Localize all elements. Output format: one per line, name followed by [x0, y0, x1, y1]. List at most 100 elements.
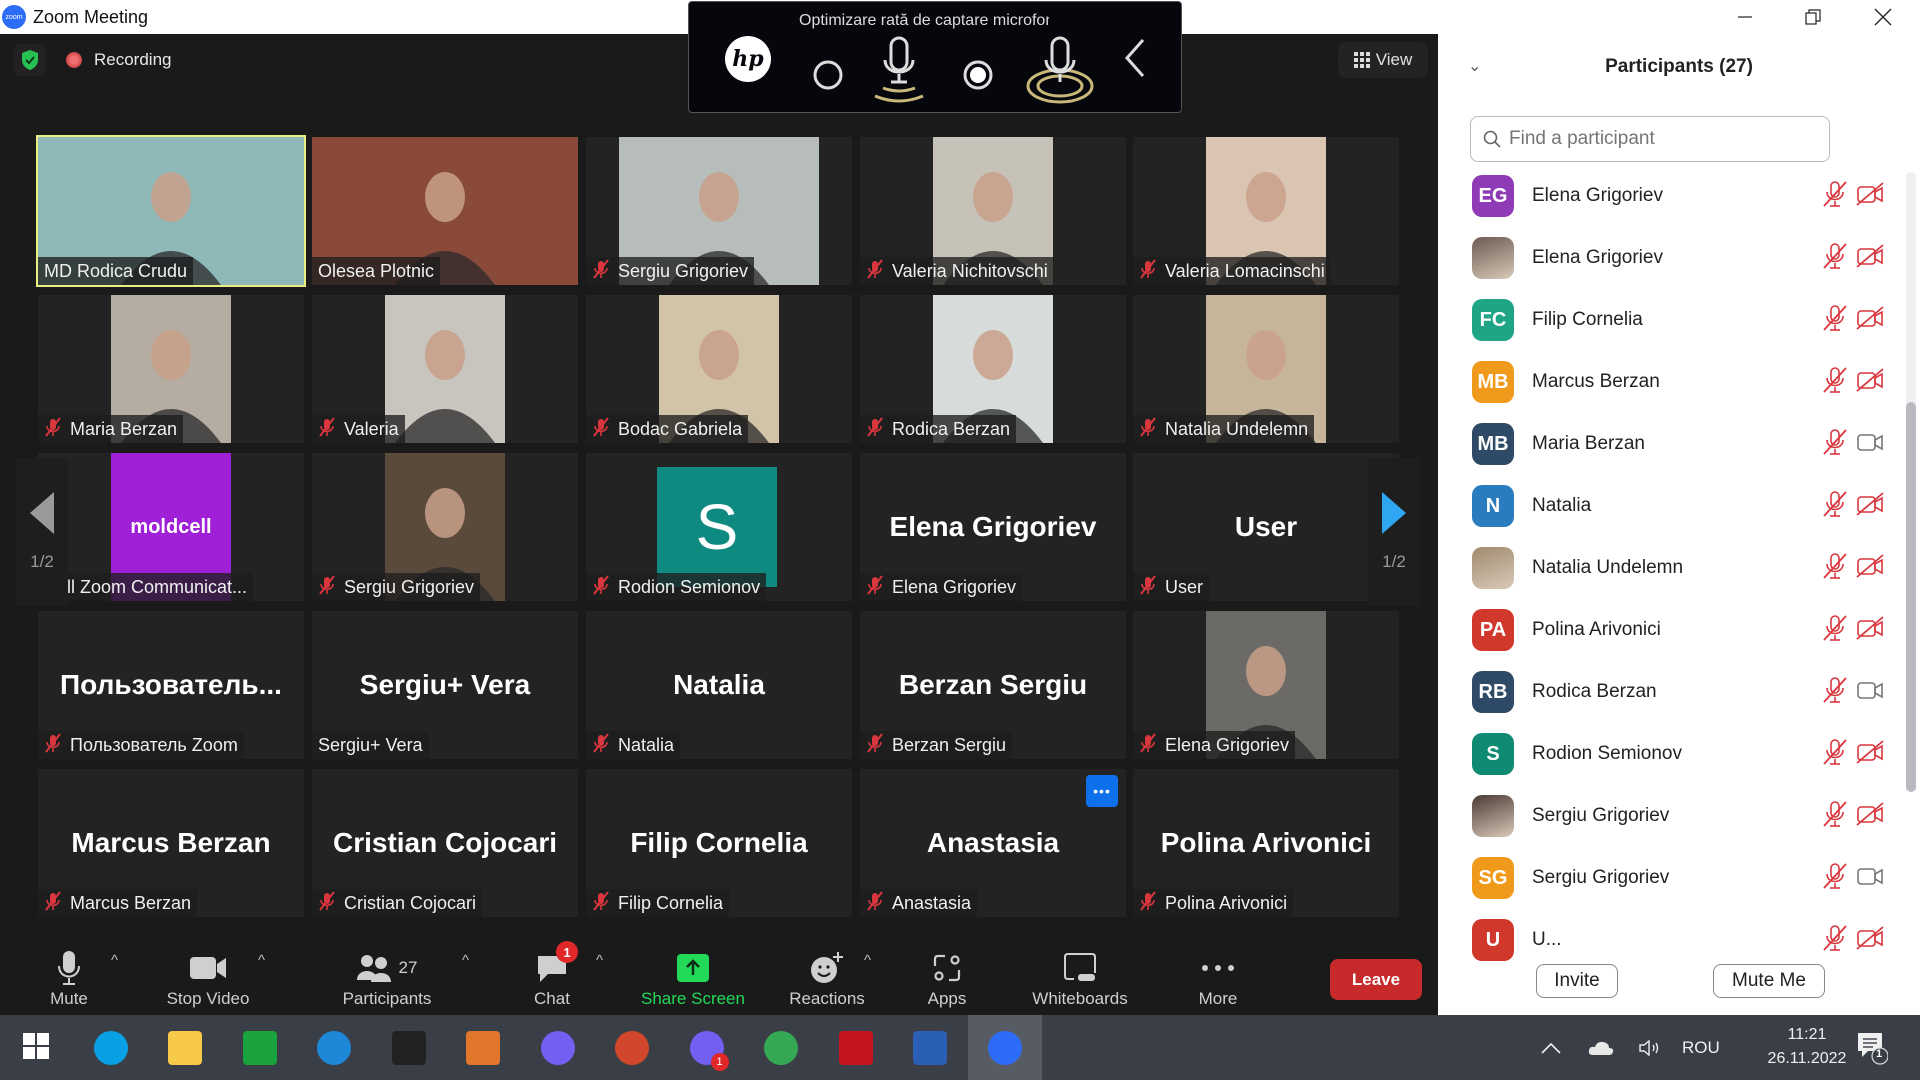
- taskbar-acrobat-button[interactable]: [826, 1025, 886, 1071]
- mute-me-button[interactable]: Mute Me: [1713, 964, 1825, 998]
- taskbar-file-explorer-button[interactable]: [155, 1025, 215, 1071]
- taskbar-skype-button[interactable]: [81, 1025, 141, 1071]
- video-tile[interactable]: Elena Grigoriev Elena Grigoriev: [860, 453, 1126, 601]
- close-window-button[interactable]: [1848, 0, 1918, 34]
- video-off-icon[interactable]: [1856, 367, 1884, 397]
- share-screen-button[interactable]: Share Screen: [636, 934, 750, 1015]
- video-tile[interactable]: Polina Arivonici Polina Arivonici: [1133, 769, 1399, 917]
- video-off-icon[interactable]: [1856, 925, 1884, 955]
- participants-button[interactable]: 27 Participants: [336, 934, 438, 1015]
- taskbar-windows-start-button[interactable]: [6, 1025, 66, 1071]
- video-tile[interactable]: Bodac Gabriela: [586, 295, 852, 443]
- chat-button[interactable]: 1 Chat: [526, 934, 578, 1015]
- taskbar-scanner-app-button[interactable]: [379, 1025, 439, 1071]
- video-tile[interactable]: Marcus Berzan Marcus Berzan: [38, 769, 304, 917]
- onedrive-cloud-icon[interactable]: [1588, 1040, 1614, 1056]
- taskbar-viber-button[interactable]: [528, 1025, 588, 1071]
- input-language-indicator[interactable]: ROU: [1682, 1038, 1720, 1058]
- video-tile[interactable]: Berzan Sergiu Berzan Sergiu: [860, 611, 1126, 759]
- video-tile[interactable]: Olesea Plotnic: [312, 137, 578, 285]
- taskbar-clock[interactable]: 11:21 26.11.2022: [1752, 1023, 1862, 1071]
- previous-page-button[interactable]: 1/2: [16, 458, 68, 606]
- video-tile[interactable]: Rodica Berzan: [860, 295, 1126, 443]
- participants-scrollbar-thumb[interactable]: [1906, 402, 1916, 792]
- taskbar-moldova-app-orange-button[interactable]: [453, 1025, 513, 1071]
- taskbar-chrome-button[interactable]: [751, 1025, 811, 1071]
- video-tile[interactable]: User User: [1133, 453, 1399, 601]
- restore-button[interactable]: [1778, 0, 1848, 34]
- participant-search-input[interactable]: [1509, 128, 1809, 150]
- mute-button[interactable]: Mute: [38, 934, 100, 1015]
- taskbar-viber-badge-button[interactable]: 1: [677, 1025, 737, 1071]
- mic-muted-icon[interactable]: [1822, 738, 1848, 771]
- reactions-options-caret[interactable]: ^: [864, 952, 871, 969]
- video-on-icon[interactable]: [1856, 678, 1884, 707]
- mic-muted-icon[interactable]: [1822, 490, 1848, 523]
- mic-muted-icon[interactable]: [1822, 862, 1848, 895]
- video-tile[interactable]: Anastasia ••• Anastasia: [860, 769, 1126, 917]
- video-off-icon[interactable]: [1856, 801, 1884, 831]
- minimize-button[interactable]: [1710, 0, 1780, 34]
- volume-icon[interactable]: [1638, 1038, 1664, 1058]
- participant-row[interactable]: MB Maria Berzan: [1438, 413, 1908, 475]
- tile-more-options-button[interactable]: •••: [1086, 775, 1118, 807]
- taskbar-powerpoint-button[interactable]: [602, 1025, 662, 1071]
- video-options-caret[interactable]: ^: [258, 952, 265, 969]
- video-off-icon[interactable]: [1856, 739, 1884, 769]
- stop-video-button[interactable]: Stop Video: [158, 934, 258, 1015]
- participant-row[interactable]: Natalia Undelemn: [1438, 537, 1908, 599]
- participant-row[interactable]: N Natalia: [1438, 475, 1908, 537]
- radio-unselected-icon[interactable]: [811, 58, 845, 92]
- collapse-chevron-left-icon[interactable]: [1123, 38, 1147, 78]
- video-tile[interactable]: Sergiu+ Vera Sergiu+ Vera: [312, 611, 578, 759]
- more-button[interactable]: More: [1192, 934, 1244, 1015]
- leave-button[interactable]: Leave: [1330, 959, 1422, 1000]
- video-tile[interactable]: MD Rodica Crudu: [36, 135, 306, 287]
- video-off-icon[interactable]: [1856, 615, 1884, 645]
- video-tile[interactable]: Sergiu Grigoriev: [586, 137, 852, 285]
- taskbar-edge-button[interactable]: [304, 1025, 364, 1071]
- video-tile[interactable]: Пользователь... Пользователь Zoom: [38, 611, 304, 759]
- video-off-icon[interactable]: [1856, 491, 1884, 521]
- mic-muted-icon[interactable]: [1822, 366, 1848, 399]
- participant-row[interactable]: FC Filip Cornelia: [1438, 289, 1908, 351]
- reactions-button[interactable]: Reactions: [784, 934, 870, 1015]
- participant-row[interactable]: U U...: [1438, 909, 1908, 971]
- participant-row[interactable]: SG Sergiu Grigoriev: [1438, 847, 1908, 909]
- recording-indicator[interactable]: Recording: [66, 50, 172, 70]
- participant-row[interactable]: Sergiu Grigoriev: [1438, 785, 1908, 847]
- participant-row[interactable]: EG Elena Grigoriev: [1438, 165, 1908, 227]
- video-off-icon[interactable]: [1856, 553, 1884, 583]
- video-off-icon[interactable]: [1856, 243, 1884, 273]
- taskbar-moldova-app-green-button[interactable]: [230, 1025, 290, 1071]
- next-page-button[interactable]: 1/2: [1368, 458, 1420, 606]
- show-hidden-icons-chevron-icon[interactable]: [1540, 1041, 1562, 1055]
- video-tile[interactable]: S Rodion Semionov: [586, 453, 852, 601]
- whiteboards-button[interactable]: Whiteboards: [1024, 934, 1136, 1015]
- participant-row[interactable]: RB Rodica Berzan: [1438, 661, 1908, 723]
- mic-muted-icon[interactable]: [1822, 552, 1848, 585]
- video-on-icon[interactable]: [1856, 430, 1884, 459]
- video-tile[interactable]: Maria Berzan: [38, 295, 304, 443]
- mic-muted-icon[interactable]: [1822, 304, 1848, 337]
- video-off-icon[interactable]: [1856, 305, 1884, 335]
- mic-muted-icon[interactable]: [1822, 924, 1848, 957]
- participant-search[interactable]: [1470, 116, 1830, 162]
- video-tile[interactable]: Elena Grigoriev: [1133, 611, 1399, 759]
- standard-mic-icon[interactable]: [871, 36, 927, 106]
- participant-row[interactable]: S Rodion Semionov: [1438, 723, 1908, 785]
- enhanced-mic-icon[interactable]: [1023, 36, 1097, 110]
- video-tile[interactable]: Valeria Nichitovschi: [860, 137, 1126, 285]
- mic-muted-icon[interactable]: [1822, 428, 1848, 461]
- view-button[interactable]: View: [1338, 42, 1428, 78]
- mic-muted-icon[interactable]: [1822, 614, 1848, 647]
- video-on-icon[interactable]: [1856, 864, 1884, 893]
- video-tile[interactable]: moldcell lcell Zoom Communicat...: [38, 453, 304, 601]
- mic-muted-icon[interactable]: [1822, 180, 1848, 213]
- audio-options-caret[interactable]: ^: [111, 952, 118, 969]
- video-tile[interactable]: Sergiu Grigoriev: [312, 453, 578, 601]
- apps-button[interactable]: Apps: [920, 934, 974, 1015]
- mic-muted-icon[interactable]: [1822, 800, 1848, 833]
- notification-center-button[interactable]: 1: [1856, 1031, 1889, 1065]
- video-tile[interactable]: Natalia Natalia: [586, 611, 852, 759]
